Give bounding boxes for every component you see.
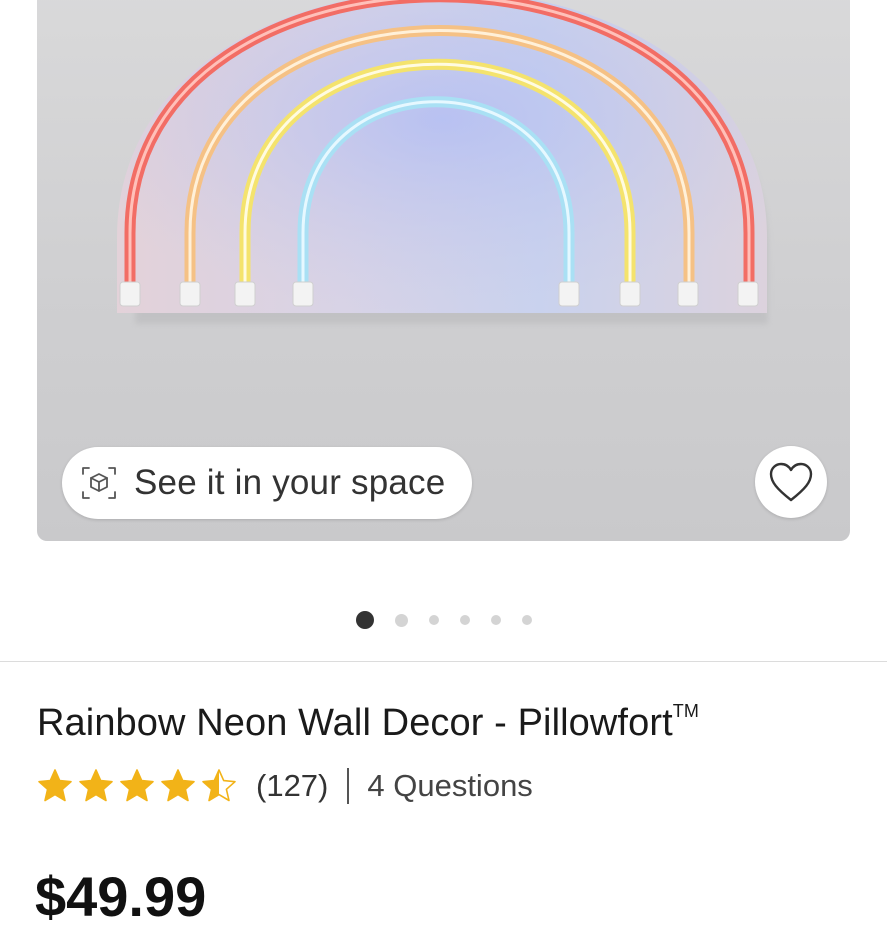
rating-row: (127) 4 Questions bbox=[37, 763, 533, 809]
product-title: Rainbow Neon Wall Decor - PillowfortTM bbox=[37, 701, 699, 745]
star-rating[interactable] bbox=[37, 768, 242, 804]
star-full-icon bbox=[161, 769, 195, 802]
heart-icon bbox=[769, 462, 813, 502]
trademark-symbol: TM bbox=[672, 701, 699, 722]
ar-cube-icon bbox=[78, 462, 120, 504]
product-image-gallery[interactable]: See it in your space bbox=[37, 0, 850, 541]
pagination-dot-5[interactable] bbox=[490, 615, 501, 625]
gallery-pagination bbox=[0, 610, 887, 630]
questions-link[interactable]: 4 Questions bbox=[367, 768, 532, 804]
star-half-icon bbox=[202, 769, 236, 802]
product-title-text: Rainbow Neon Wall Decor - Pillowfort bbox=[37, 702, 673, 744]
star-full-icon bbox=[38, 769, 72, 802]
pagination-dot-2[interactable] bbox=[394, 613, 408, 627]
rating-separator bbox=[347, 768, 350, 804]
see-it-in-your-space-label: See it in your space bbox=[134, 463, 446, 502]
review-count[interactable]: (127) bbox=[256, 768, 328, 804]
see-it-in-your-space-button[interactable]: See it in your space bbox=[62, 447, 472, 519]
pagination-dot-1[interactable] bbox=[355, 611, 374, 629]
pagination-dot-6[interactable] bbox=[521, 615, 532, 625]
star-full-icon bbox=[120, 769, 154, 802]
star-full-icon bbox=[79, 769, 113, 802]
product-price: $49.99 bbox=[35, 865, 207, 928]
favorite-button[interactable] bbox=[755, 446, 827, 518]
section-divider bbox=[0, 661, 887, 662]
pagination-dot-4[interactable] bbox=[459, 615, 470, 625]
pagination-dot-3[interactable] bbox=[428, 615, 439, 625]
